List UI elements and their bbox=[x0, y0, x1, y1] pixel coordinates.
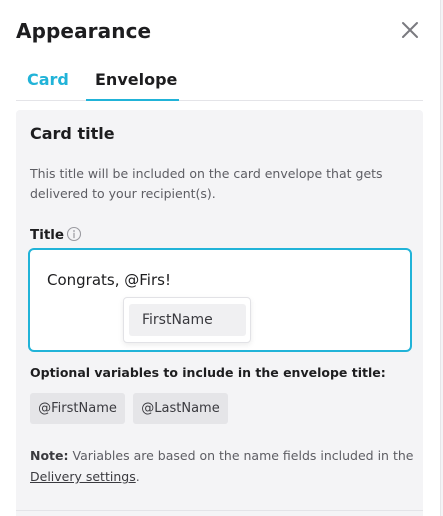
tab-envelope[interactable]: Envelope bbox=[95, 69, 177, 91]
variable-chip-lastname[interactable]: @LastName bbox=[133, 393, 228, 424]
note-text: Variables are based on the name fields i… bbox=[68, 448, 414, 463]
variables-label: Optional variables to include in the env… bbox=[30, 365, 386, 380]
section-description: This title will be included on the card … bbox=[30, 166, 383, 201]
variable-chip-firstname[interactable]: @FirstName bbox=[30, 393, 125, 424]
title-field-label: Title bbox=[30, 227, 65, 243]
appearance-panel: Appearance Card Envelope Card title This… bbox=[0, 0, 443, 516]
title-input-value: Congrats, @Firs! bbox=[47, 271, 171, 289]
panel-title: Appearance bbox=[16, 19, 152, 43]
active-tab-indicator bbox=[86, 99, 179, 101]
section-title: Card title bbox=[30, 124, 115, 143]
card-title-section: Card title This title will be included o… bbox=[16, 110, 423, 516]
variable-suggestion-dropdown: FirstName bbox=[123, 297, 251, 343]
variables-note: Note: Variables are based on the name fi… bbox=[30, 445, 415, 487]
close-icon[interactable] bbox=[399, 19, 421, 41]
tab-bar: Card Envelope bbox=[16, 64, 423, 101]
section-divider bbox=[16, 510, 423, 511]
note-end: . bbox=[135, 469, 140, 484]
tab-card[interactable]: Card bbox=[27, 69, 69, 91]
note-label: Note: bbox=[30, 448, 69, 463]
panel-header: Appearance bbox=[16, 17, 427, 47]
suggestion-option-firstname[interactable]: FirstName bbox=[129, 304, 246, 336]
delivery-settings-link[interactable]: Delivery settings bbox=[30, 469, 136, 484]
info-icon[interactable] bbox=[66, 226, 82, 242]
